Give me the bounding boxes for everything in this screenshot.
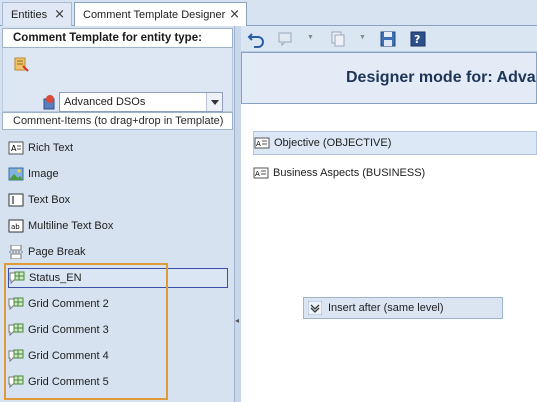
tab-comment-template-designer[interactable]: Comment Template Designer × (74, 2, 247, 27)
list-item-rich-text[interactable]: A Rich Text (8, 138, 228, 158)
designer-canvas[interactable]: A Objective (OBJECTIVE) A Business Aspec… (241, 105, 537, 402)
highlight-box (4, 263, 168, 400)
chevron-double-down-icon (308, 301, 322, 315)
svg-text:A: A (255, 170, 260, 178)
list-item-multiline-text-box[interactable]: ab Multiline Text Box (8, 216, 228, 236)
close-icon[interactable]: × (54, 7, 65, 22)
insert-after-label: Insert after (same level) (328, 302, 444, 314)
tab-entities-label: Entities (11, 8, 48, 21)
text-box-icon (8, 193, 24, 207)
designer-panel: ▼ ▼ ? Designer mode for: Adva A Objectiv… (241, 26, 537, 402)
toolbar: ▼ ▼ ? (241, 26, 537, 52)
svg-text:A: A (256, 140, 261, 148)
multiline-text-box-icon: ab (8, 219, 24, 233)
entity-type-value: Advanced DSOs (64, 96, 146, 108)
dso-icon (43, 95, 55, 110)
entity-type-combobox[interactable]: Advanced DSOs (59, 92, 223, 112)
insert-after-button[interactable]: Insert after (same level) (303, 297, 503, 319)
image-icon (8, 167, 24, 181)
template-item-business[interactable]: A Business Aspects (BUSINESS) (253, 161, 537, 185)
collapse-left-icon[interactable]: ◂ (235, 316, 239, 325)
list-item-image[interactable]: Image (8, 164, 228, 184)
rich-text-icon: A (8, 141, 24, 155)
svg-text:ab: ab (11, 223, 20, 231)
list-item-label: Text Box (28, 194, 71, 206)
list-item-label: Page Break (28, 246, 86, 258)
svg-text:?: ? (414, 33, 420, 46)
help-icon[interactable]: ? (409, 30, 427, 48)
chevron-down-icon[interactable] (206, 93, 222, 111)
chevron-down-icon[interactable]: ▼ (307, 34, 314, 41)
comment-icon[interactable] (277, 30, 295, 48)
template-item-label: Business Aspects (BUSINESS) (273, 167, 426, 179)
tab-entities[interactable]: Entities × (2, 2, 72, 26)
page-break-icon (9, 245, 23, 259)
chevron-down-icon[interactable]: ▼ (359, 34, 366, 41)
text-field-icon: A (254, 137, 270, 149)
list-item-label: Rich Text (28, 142, 74, 154)
list-item-label: Image (28, 168, 59, 180)
svg-text:A: A (11, 144, 17, 153)
list-item-text-box[interactable]: Text Box (8, 190, 228, 210)
close-icon[interactable]: × (229, 7, 240, 22)
copy-icon[interactable] (329, 30, 347, 48)
comment-items-header: Comment-Items (to drag+drop in Template) (2, 112, 233, 130)
undo-icon[interactable] (247, 30, 265, 48)
entity-type-area: Advanced DSOs (2, 48, 233, 112)
list-item-label: Multiline Text Box (28, 220, 114, 232)
designer-title: Designer mode for: Adva (346, 69, 536, 86)
template-item-objective[interactable]: A Objective (OBJECTIVE) (253, 131, 537, 155)
entity-type-header: Comment Template for entity type: (2, 28, 233, 48)
template-item-label: Objective (OBJECTIVE) (274, 137, 392, 149)
tab-strip: Entities × Comment Template Designer × (0, 0, 537, 27)
entity-type-icon (14, 57, 29, 72)
text-field-icon: A (253, 167, 269, 179)
tab-designer-label: Comment Template Designer (83, 9, 226, 21)
designer-header: Designer mode for: Adva (241, 52, 537, 104)
list-item-page-break[interactable]: Page Break (8, 242, 228, 262)
save-icon[interactable] (379, 30, 397, 48)
